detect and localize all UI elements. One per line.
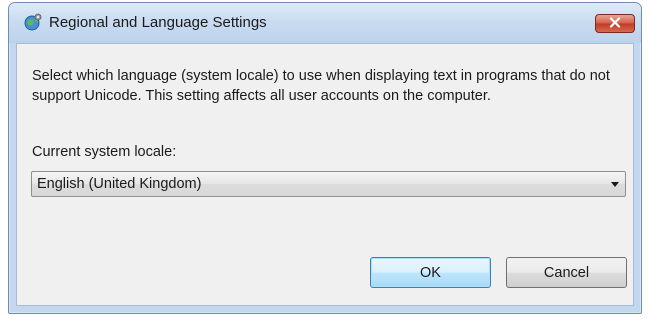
system-locale-dropdown[interactable]: English (United Kingdom) <box>31 171 626 197</box>
dropdown-arrow-icon <box>611 182 619 187</box>
globe-settings-icon <box>23 12 43 32</box>
description-text: Select which language (system locale) to… <box>32 68 610 104</box>
ok-button[interactable]: OK <box>370 257 491 288</box>
system-locale-label: Current system locale: <box>32 144 177 160</box>
system-locale-value: English (United Kingdom) <box>37 176 202 192</box>
dialog-window: Regional and Language Settings Select wh… <box>8 2 642 314</box>
cancel-button[interactable]: Cancel <box>506 257 627 288</box>
close-x-icon <box>609 15 621 33</box>
dialog-body: Select which language (system locale) to… <box>16 43 634 306</box>
title-bar[interactable]: Regional and Language Settings <box>9 3 641 43</box>
close-button[interactable] <box>595 14 635 33</box>
window-title: Regional and Language Settings <box>49 14 267 31</box>
